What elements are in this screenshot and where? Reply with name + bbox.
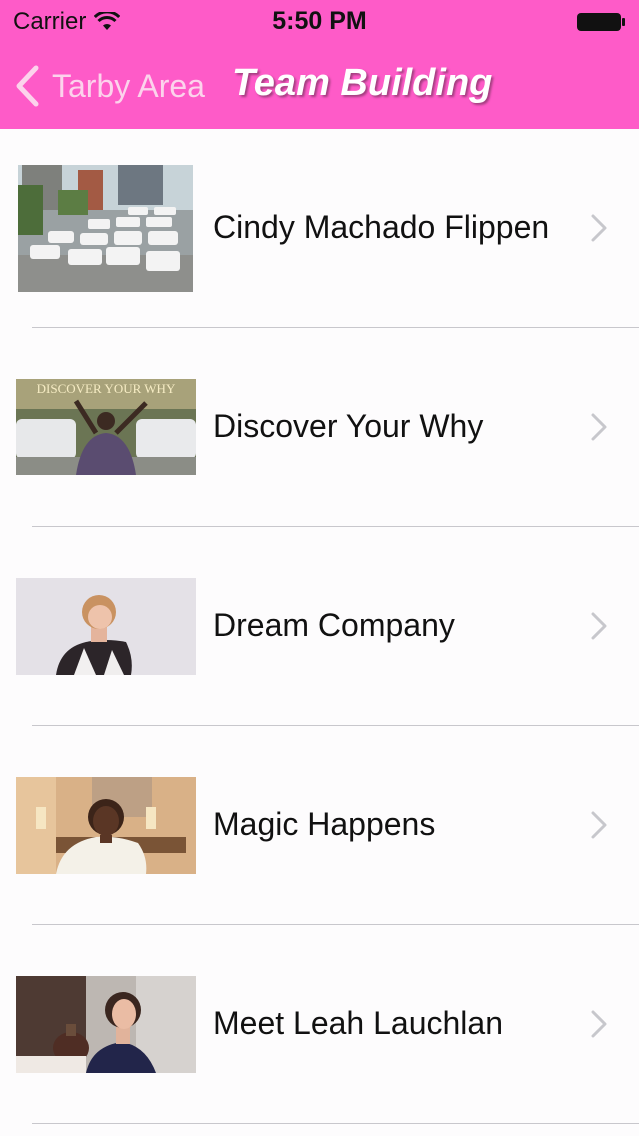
navigation-bar: Tarby Area Team Building — [0, 40, 639, 129]
battery-icon — [577, 13, 625, 31]
thumbnail-image — [16, 578, 196, 675]
header: Carrier 5:50 PM Tarby Area Team Building — [0, 0, 639, 129]
list-item[interactable]: Cindy Machado Flippen — [0, 129, 639, 328]
chevron-right-icon — [591, 612, 607, 640]
list-item[interactable]: Meet Leah Lauchlan — [0, 925, 639, 1124]
list-item[interactable]: Magic Happens — [0, 726, 639, 925]
video-list: Cindy Machado Flippen DISCOVER YOUR WHY … — [0, 129, 639, 1124]
chevron-right-icon — [591, 811, 607, 839]
page-title: Team Building — [232, 62, 493, 104]
thumbnail-image: DISCOVER YOUR WHY — [16, 379, 196, 475]
item-title: Cindy Machado Flippen — [213, 209, 550, 245]
back-button[interactable]: Tarby Area — [14, 64, 205, 108]
item-title: Magic Happens — [213, 806, 436, 842]
back-label: Tarby Area — [52, 67, 205, 104]
chevron-right-icon — [591, 214, 607, 242]
item-title: Dream Company — [213, 607, 455, 643]
item-title: Meet Leah Lauchlan — [213, 1005, 503, 1041]
thumbnail-image — [16, 777, 196, 874]
row-divider — [32, 1123, 639, 1124]
chevron-right-icon — [591, 413, 607, 441]
thumbnail-image — [18, 165, 193, 292]
thumbnail-caption: DISCOVER YOUR WHY — [37, 381, 176, 396]
item-title: Discover Your Why — [213, 408, 484, 444]
chevron-right-icon — [591, 1010, 607, 1038]
list-item[interactable]: DISCOVER YOUR WHY Discover Your Why — [0, 328, 639, 527]
list-item[interactable]: Dream Company — [0, 527, 639, 726]
back-chevron-icon — [16, 65, 39, 107]
status-bar: Carrier 5:50 PM — [0, 0, 639, 40]
status-time: 5:50 PM — [272, 7, 367, 35]
thumbnail-image — [16, 976, 196, 1073]
